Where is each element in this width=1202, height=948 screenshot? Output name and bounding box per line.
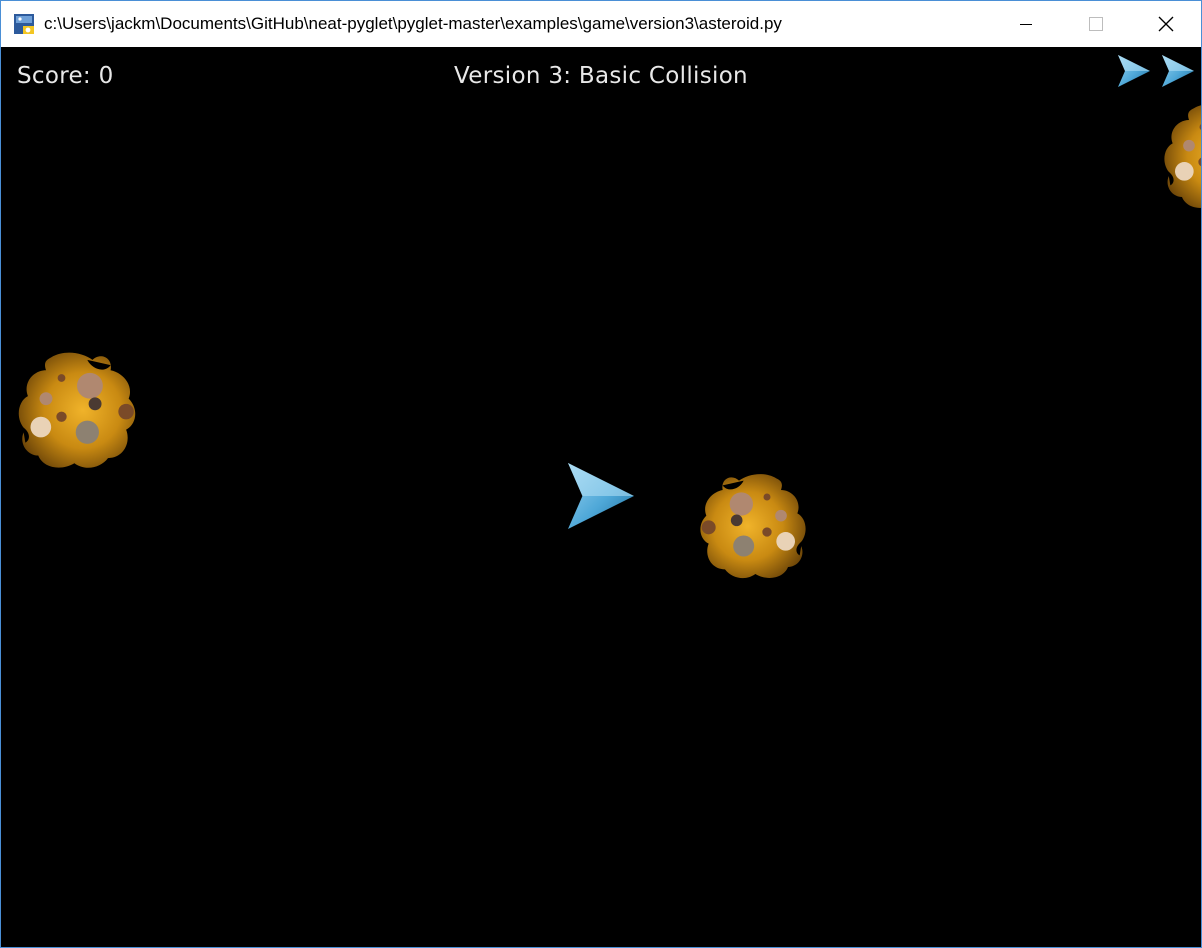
python-icon xyxy=(14,14,34,34)
level-title: Version 3: Basic Collision xyxy=(454,63,748,89)
maximize-icon xyxy=(1089,17,1103,31)
maximize-button[interactable] xyxy=(1061,1,1131,47)
asteroid-icon xyxy=(700,474,806,579)
ship-icon xyxy=(568,463,634,529)
asteroid-icon xyxy=(1164,104,1201,209)
window-title: c:\Users\jackm\Documents\GitHub\neat-pyg… xyxy=(44,14,782,33)
life-ship-icon xyxy=(1162,55,1194,87)
life-ship-icon xyxy=(1118,55,1150,87)
close-button[interactable] xyxy=(1131,1,1201,47)
minimize-button[interactable] xyxy=(991,1,1061,47)
asteroid-icon xyxy=(18,352,136,468)
title-bar[interactable]: c:\Users\jackm\Documents\GitHub\neat-pyg… xyxy=(1,1,1201,47)
close-icon xyxy=(1158,16,1174,32)
minimize-icon xyxy=(1020,24,1032,25)
game-canvas[interactable]: Score: 0 Version 3: Basic Collision xyxy=(1,47,1201,947)
game-window: c:\Users\jackm\Documents\GitHub\neat-pyg… xyxy=(0,0,1202,948)
